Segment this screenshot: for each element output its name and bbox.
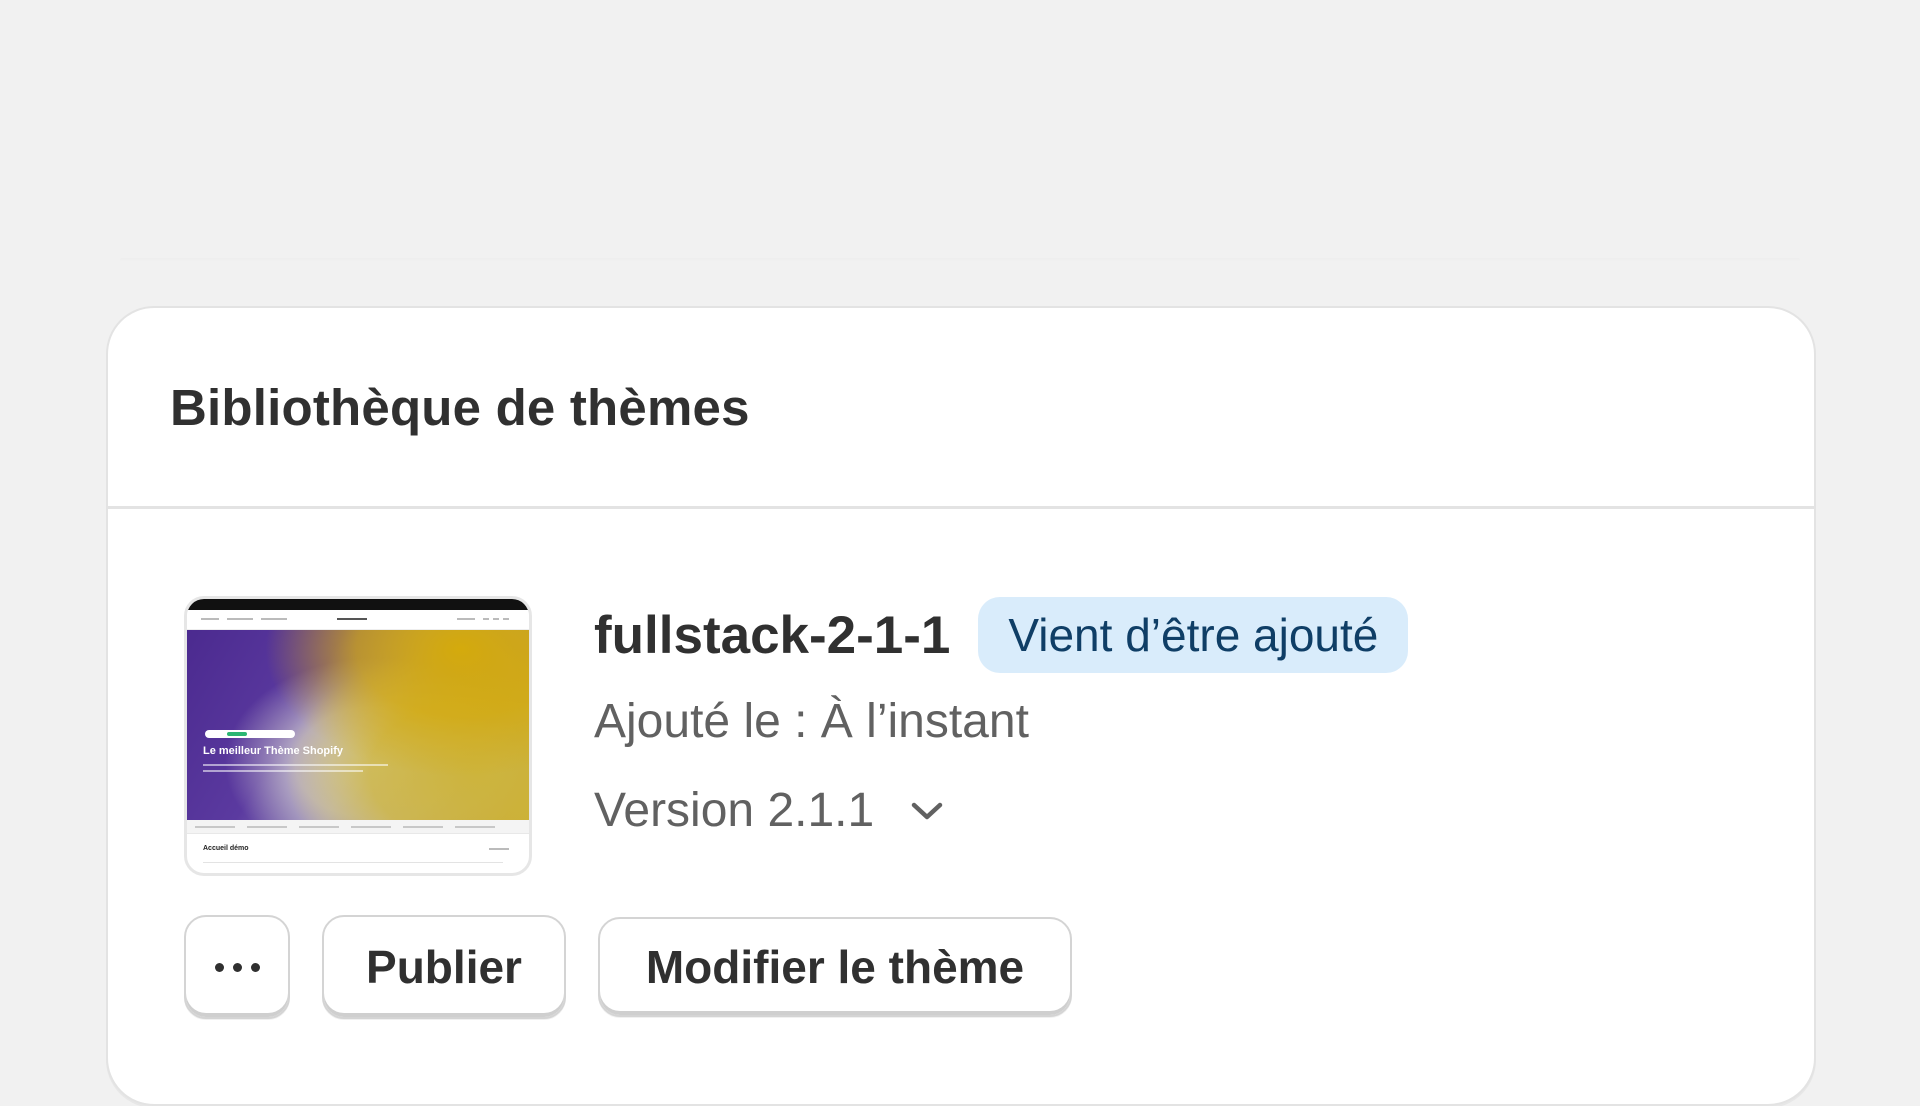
version-label: Version 2.1.1 (594, 784, 875, 837)
thumbnail-topbar (187, 599, 529, 610)
thumbnail-nav (187, 610, 529, 630)
version-selector[interactable]: Version 2.1.1 (594, 783, 1408, 838)
background-divider (120, 258, 1800, 262)
publish-button[interactable]: Publier (322, 915, 566, 1019)
card-header: Bibliothèque de thèmes (108, 308, 1814, 509)
thumbnail-hero: Le meilleur Thème Shopify (187, 630, 529, 820)
theme-library-card: Bibliothèque de thèmes Le meilleur Thème… (106, 306, 1816, 1106)
theme-added-date: Ajouté le : À l’instant (594, 695, 1029, 748)
theme-name: fullstack-2-1-1 (594, 605, 951, 665)
theme-info: fullstack-2-1-1 Vient d’être ajouté Ajou… (594, 596, 1409, 838)
theme-name-row: fullstack-2-1-1 Vient d’être ajouté (594, 596, 1409, 674)
theme-thumbnail[interactable]: Le meilleur Thème Shopify Accueil démo (184, 596, 532, 876)
more-horizontal-icon (214, 962, 260, 972)
thumbnail-section-label: Accueil démo (203, 845, 249, 852)
thumbnail-strip (187, 820, 529, 834)
theme-row: Le meilleur Thème Shopify Accueil démo f… (184, 596, 1409, 876)
card-title: Bibliothèque de thèmes (170, 378, 750, 436)
more-actions-button[interactable] (184, 915, 290, 1019)
thumbnail-pill (205, 730, 295, 738)
theme-actions: Publier Modifier le thème (184, 915, 1072, 1019)
thumbnail-headline: Le meilleur Thème Shopify (203, 745, 343, 757)
edit-theme-button[interactable]: Modifier le thème (598, 917, 1072, 1017)
chevron-down-icon[interactable] (910, 800, 944, 822)
status-badge: Vient d’être ajouté (978, 597, 1409, 673)
